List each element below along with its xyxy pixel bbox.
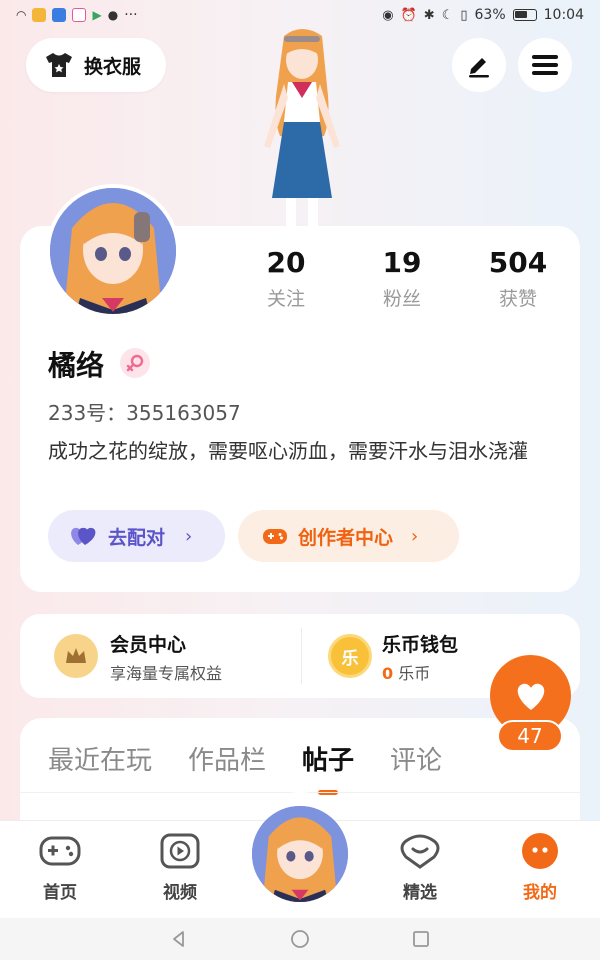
- change-outfit-button[interactable]: 换衣服: [26, 38, 166, 92]
- stat-following[interactable]: 20 关注: [228, 246, 344, 311]
- shirt-icon: [46, 53, 72, 77]
- le-coin-icon[interactable]: 乐: [328, 634, 372, 678]
- stat-followers[interactable]: 19 粉丝: [344, 246, 460, 311]
- wallet-balance-line: 0 乐币: [382, 660, 430, 684]
- bluetooth-icon: ✱: [423, 7, 435, 23]
- moon-icon: ☾: [441, 7, 454, 23]
- more-notifications-icon: ···: [124, 7, 138, 23]
- stat-likes[interactable]: 504 获赞: [460, 246, 576, 311]
- status-time: 10:04: [543, 7, 584, 23]
- stat-label: 关注: [266, 288, 305, 310]
- menu-button[interactable]: [518, 38, 572, 92]
- avatar-character-figure[interactable]: [244, 26, 360, 232]
- heart-chat-icon: [398, 832, 442, 870]
- nav-featured-label: 精选: [403, 883, 437, 903]
- alarm-icon: ⏰: [400, 7, 417, 23]
- user-id: 233号：355163057: [48, 401, 241, 425]
- wechat-icon: ●: [107, 8, 119, 22]
- battery-percent: 63%: [474, 7, 506, 23]
- creator-center-button[interactable]: 创作者中心 ›: [238, 510, 459, 562]
- divider: [301, 628, 302, 684]
- play-icon: ▶: [92, 8, 102, 22]
- battery-icon: [512, 9, 537, 21]
- stat-label: 粉丝: [382, 288, 421, 310]
- vip-center-subtitle: 享海量专属权益: [110, 664, 223, 683]
- content-tabs: 最近在玩 作品栏 帖子 评论: [48, 740, 442, 795]
- nav-featured[interactable]: 精选: [380, 832, 460, 903]
- wallet-unit: 乐币: [398, 664, 431, 683]
- nav-mine-label: 我的: [523, 883, 557, 903]
- profile-face-icon: [518, 832, 562, 870]
- nav-video[interactable]: 视频: [140, 832, 220, 903]
- chevron-right-icon: ›: [411, 525, 419, 547]
- profile-stats: 20 关注 19 粉丝 504 获赞: [228, 246, 578, 311]
- creator-center-label: 创作者中心: [298, 526, 394, 549]
- tab-works[interactable]: 作品栏: [188, 740, 266, 777]
- wallet-balance: 0: [382, 664, 394, 683]
- system-navigation-bar: [0, 918, 600, 960]
- wifi-icon: ◠: [16, 8, 27, 22]
- hamburger-icon: [532, 55, 558, 75]
- recents-icon[interactable]: [411, 929, 431, 949]
- gamepad-icon: [38, 832, 82, 870]
- match-label: 去配对: [108, 526, 166, 549]
- stat-value: 504: [488, 246, 548, 279]
- edit-profile-button[interactable]: [452, 38, 506, 92]
- eye-icon: ◉: [382, 7, 394, 23]
- home-icon[interactable]: [289, 928, 311, 950]
- nav-home-label: 首页: [43, 883, 77, 903]
- status-right: ◉ ⏰ ✱ ☾ ▯ 63% 10:04: [382, 7, 584, 23]
- username: 橘络: [48, 349, 105, 382]
- app-notification-icon: [52, 8, 67, 22]
- hearts-icon: [71, 527, 96, 545]
- stat-value: 20: [266, 246, 306, 279]
- nav-video-label: 视频: [163, 883, 197, 903]
- like-count: 47: [497, 720, 563, 752]
- tab-posts[interactable]: 帖子: [302, 740, 354, 795]
- back-icon[interactable]: [169, 929, 189, 949]
- status-left: ◠ ▶ ● ···: [16, 7, 138, 23]
- profile-avatar[interactable]: [46, 184, 180, 318]
- character-portrait: [252, 806, 348, 902]
- character-portrait: [50, 188, 176, 314]
- wallet-title[interactable]: 乐币钱包: [382, 630, 458, 657]
- app-notification-icon: [72, 8, 87, 22]
- vibrate-icon: ▯: [460, 7, 468, 23]
- user-bio: 成功之花的绽放，需要呕心沥血，需要汗水与泪水浇灌: [48, 439, 528, 463]
- stat-value: 19: [382, 246, 422, 279]
- crown-icon[interactable]: [54, 634, 98, 678]
- match-button[interactable]: 去配对 ›: [48, 510, 225, 562]
- chevron-right-icon: ›: [185, 525, 193, 547]
- pen-icon: [469, 58, 489, 78]
- heart-icon: [517, 683, 544, 710]
- le-coin-glyph: 乐: [341, 648, 359, 669]
- nav-mine[interactable]: 我的: [500, 832, 580, 903]
- change-outfit-label: 换衣服: [84, 55, 142, 78]
- video-icon: [158, 832, 202, 870]
- nav-home[interactable]: 首页: [20, 832, 100, 903]
- female-gender-icon: [120, 348, 150, 378]
- center-avatar-button[interactable]: [252, 806, 348, 902]
- vip-center-title[interactable]: 会员中心: [110, 630, 186, 657]
- tab-comments[interactable]: 评论: [390, 740, 442, 777]
- gamepad-icon: [263, 529, 287, 544]
- app-notification-icon: [32, 8, 47, 22]
- stat-label: 获赞: [498, 288, 537, 310]
- tab-recently-played[interactable]: 最近在玩: [48, 740, 152, 777]
